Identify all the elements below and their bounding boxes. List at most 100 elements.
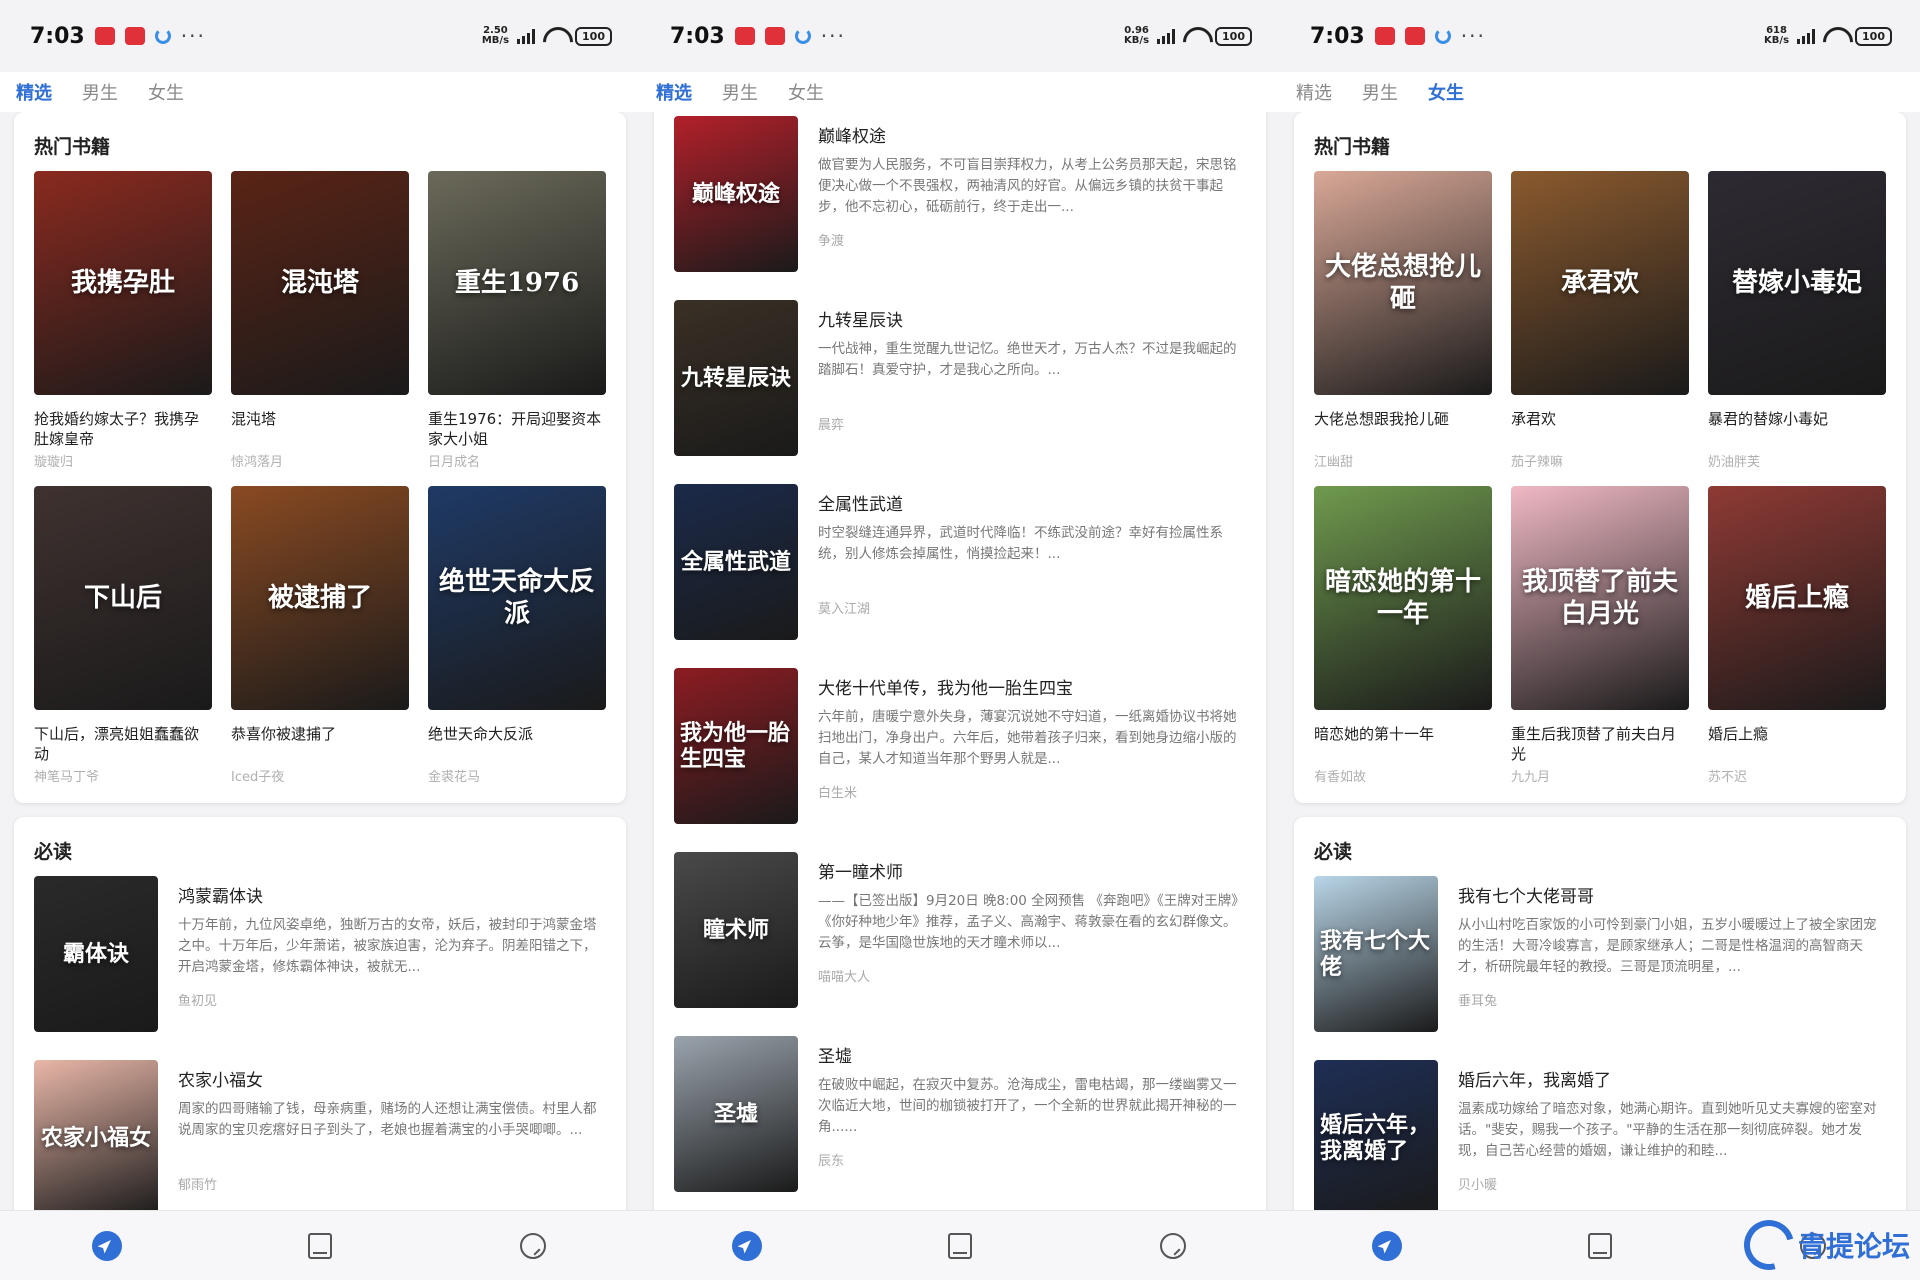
cover-title: 绝世天命大反派 — [438, 567, 595, 629]
cover-title: 承君欢 — [1560, 268, 1639, 298]
book-cover: 婚后上瘾 — [1708, 486, 1886, 710]
book-card[interactable]: 绝世天命大反派 绝世天命大反派 金裘花马 — [428, 486, 606, 785]
nav-bookshelf[interactable] — [305, 1231, 335, 1261]
more-notifications-icon: ··· — [1460, 24, 1486, 48]
tab-featured[interactable]: 精选 — [16, 79, 52, 105]
book-cover: 全属性武道 — [674, 484, 798, 640]
cover-title: 大佬总想抢儿砸 — [1324, 252, 1481, 314]
phone-screen-featured: 7:03 ··· 2.50 MB/s 100 精选 男生 女生 热门书籍 我携孕肚… — [0, 0, 640, 1280]
book-title: 巅峰权途 — [818, 127, 886, 147]
book-description: 时空裂缝连通异界，武道时代降临！不练武没前途？幸好有捡属性系统，别人修炼会掉属性… — [818, 525, 1223, 562]
book-card[interactable]: 混沌塔 混沌塔 惊鸿落月 — [231, 171, 409, 470]
list-item[interactable]: 霸体诀 鸿蒙霸体诀 十万年前，九位风姿卓绝，独断万古的女帝，妖后，被封印于鸿蒙金塔之… — [34, 876, 606, 1032]
book-author: Iced子夜 — [231, 770, 285, 785]
scroll-content[interactable]: 巅峰权途 巅峰权途 做官要为人民服务，不可盲目崇拜权力，从考上公务员那天起，宋思铭便… — [640, 112, 1280, 1210]
list-item[interactable]: 我有七个大佬 我有七个大佬哥哥 从小山村吃百家饭的小可怜到豪门小姐，五岁小暖暖过上了… — [1314, 876, 1886, 1032]
nav-profile[interactable] — [1158, 1231, 1188, 1261]
tab-male[interactable]: 男生 — [722, 79, 758, 105]
book-description: 做官要为人民服务，不可盲目崇拜权力，从考上公务员那天起，宋思铭便决心做一个不畏强… — [818, 157, 1237, 215]
book-title: 鸿蒙霸体诀 — [178, 887, 263, 907]
book-title: 下山后，漂亮姐姐蠢蠢欲动 — [34, 725, 200, 763]
tab-female[interactable]: 女生 — [148, 79, 184, 105]
book-author: 苏不迟 — [1708, 770, 1748, 785]
book-author: 奶油胖芙 — [1708, 455, 1761, 470]
notification-app-icon — [734, 27, 755, 45]
book-cover: 霸体诀 — [34, 876, 158, 1032]
notification-app-icon — [1374, 27, 1395, 45]
tab-featured[interactable]: 精选 — [1296, 79, 1332, 105]
cover-title: 霸体诀 — [62, 941, 129, 967]
watermark-text: 青提论坛 — [1797, 1230, 1910, 1263]
book-title: 重生后我顶替了前夫白月光 — [1511, 725, 1677, 763]
network-speed: 2.50 MB/s — [481, 25, 510, 46]
book-cover: 农家小福女 — [34, 1060, 158, 1210]
book-card[interactable]: 大佬总想抢儿砸 大佬总想跟我抢儿砸 江幽甜 — [1314, 171, 1492, 470]
book-card[interactable]: 下山后 下山后，漂亮姐姐蠢蠢欲动 神笔马丁爷 — [34, 486, 212, 785]
book-cover: 承君欢 — [1511, 171, 1689, 395]
nav-bookshelf[interactable] — [1585, 1231, 1615, 1261]
nav-bookshelf[interactable] — [945, 1231, 975, 1261]
profile-icon — [520, 1232, 547, 1259]
book-card[interactable]: 暗恋她的第十一年 暗恋她的第十一年 有香如故 — [1314, 486, 1492, 785]
book-cover: 九转星辰诀 — [674, 300, 798, 456]
book-cover: 重生1976 — [428, 171, 606, 395]
book-card[interactable]: 替嫁小毒妃 暴君的替嫁小毒妃 奶油胖芙 — [1708, 171, 1886, 470]
book-author: 喵喵大人 — [818, 970, 871, 985]
book-cover: 混沌塔 — [231, 171, 409, 395]
cover-title: 全属性武道 — [680, 549, 791, 575]
list-item[interactable]: 婚后六年，我离婚了 婚后六年，我离婚了 温素成功嫁给了暗恋对象，她满心期许。直到她听… — [1314, 1060, 1886, 1210]
section-title: 必读 — [34, 841, 73, 863]
book-author: 九九月 — [1511, 770, 1551, 785]
list-item[interactable]: 九转星辰诀 九转星辰诀 一代战神，重生觉醒九世记忆。绝世天才，万古人杰？不过是我崛起… — [674, 300, 1246, 456]
profile-icon — [1160, 1232, 1187, 1259]
hot-books-section: 热门书籍 大佬总想抢儿砸 大佬总想跟我抢儿砸 江幽甜 承君欢 承君欢 茄子辣嘛 替嫁小毒妃暴… — [1294, 112, 1906, 803]
category-tabs: 精选 男生 女生 — [0, 72, 640, 112]
nav-discover[interactable] — [731, 1230, 762, 1261]
tab-female[interactable]: 女生 — [1428, 79, 1464, 105]
tab-featured[interactable]: 精选 — [656, 79, 692, 105]
book-list-card: 巅峰权途 巅峰权途 做官要为人民服务，不可盲目崇拜权力，从考上公务员那天起，宋思铭便… — [654, 112, 1266, 1210]
list-item[interactable]: 农家小福女 农家小福女 周家的四哥赌输了钱，母亲病重，赌场的人还想让满宝偿债。村里人… — [34, 1060, 606, 1210]
nav-profile[interactable] — [518, 1231, 548, 1261]
book-card[interactable]: 承君欢 承君欢 茄子辣嘛 — [1511, 171, 1689, 470]
bookshelf-icon — [1587, 1232, 1612, 1259]
book-card[interactable]: 我携孕肚 抢我婚约嫁太子？我携孕肚嫁皇帝 璇璇归 — [34, 171, 212, 470]
book-author: 茄子辣嘛 — [1511, 455, 1564, 470]
book-card[interactable]: 重生1976 重生1976：开局迎娶资本家大小姐 日月成名 — [428, 171, 606, 470]
cover-title: 我携孕肚 — [70, 268, 175, 298]
cover-title: 混沌塔 — [280, 268, 359, 298]
signal-icon — [1157, 28, 1176, 44]
list-item[interactable]: 巅峰权途 巅峰权途 做官要为人民服务，不可盲目崇拜权力，从考上公务员那天起，宋思铭便… — [674, 116, 1246, 272]
list-item[interactable]: 瞳术师 第一瞳术师 ——【已签出版】9月20日 晚8:00 全网预售 《奔跑吧》《王… — [674, 852, 1246, 1008]
book-author: 白生米 — [818, 786, 858, 801]
bottom-nav — [0, 1210, 640, 1280]
book-author: 江幽甜 — [1314, 455, 1354, 470]
tab-male[interactable]: 男生 — [82, 79, 118, 105]
book-author: 争渡 — [818, 234, 845, 249]
cover-title: 九转星辰诀 — [680, 365, 791, 391]
list-item[interactable]: 圣墟 圣墟 在破败中崛起，在寂灭中复苏。沧海成尘，雷电枯竭，那一缕幽雾又一次临近大地… — [674, 1036, 1246, 1192]
status-bar: 7:03 ··· 2.50 MB/s 100 — [0, 0, 640, 72]
list-item[interactable]: 我为他一胎生四宝 大佬十代单传，我为他一胎生四宝 六年前，唐暖宁意外失身，薄宴沉说她… — [674, 668, 1246, 824]
book-card[interactable]: 被逮捕了 恭喜你被逮捕了 Iced子夜 — [231, 486, 409, 785]
book-cover: 婚后六年，我离婚了 — [1314, 1060, 1438, 1210]
book-card[interactable]: 婚后上瘾 婚后上瘾 苏不迟 — [1708, 486, 1886, 785]
book-card[interactable]: 我顶替了前夫白月光 重生后我顶替了前夫白月光 九九月 — [1511, 486, 1689, 785]
status-time: 7:03 — [1310, 23, 1365, 49]
book-description: 温素成功嫁给了暗恋对象，她满心期许。直到她听见丈夫寡嫂的密室对话。"斐安，赐我一… — [1458, 1101, 1877, 1159]
wifi-icon — [1183, 27, 1207, 45]
list-item[interactable]: 全属性武道 全属性武道 时空裂缝连通异界，武道时代降临！不练武没前途？幸好有捡属性系… — [674, 484, 1246, 640]
scroll-content[interactable]: 热门书籍 我携孕肚 抢我婚约嫁太子？我携孕肚嫁皇帝 璇璇归 混沌塔 混沌塔 惊鸿落月 重生1… — [0, 112, 640, 1210]
scroll-content[interactable]: 热门书籍 大佬总想抢儿砸 大佬总想跟我抢儿砸 江幽甜 承君欢 承君欢 茄子辣嘛 替嫁小毒妃暴… — [1280, 112, 1920, 1210]
tab-male[interactable]: 男生 — [1362, 79, 1398, 105]
book-author: 辰东 — [818, 1154, 845, 1169]
more-notifications-icon: ··· — [820, 24, 846, 48]
nav-discover[interactable] — [91, 1230, 122, 1261]
book-author: 鱼初见 — [178, 994, 218, 1009]
book-title: 暗恋她的第十一年 — [1314, 725, 1435, 743]
battery-indicator: 100 — [1855, 26, 1892, 46]
tab-female[interactable]: 女生 — [788, 79, 824, 105]
compass-icon — [731, 1230, 762, 1261]
nav-discover[interactable] — [1371, 1230, 1402, 1261]
book-description: 从小山村吃百家饭的小可怜到豪门小姐，五岁小暖暖过上了被全家团宠的生活！大哥冷峻寡… — [1458, 917, 1877, 975]
